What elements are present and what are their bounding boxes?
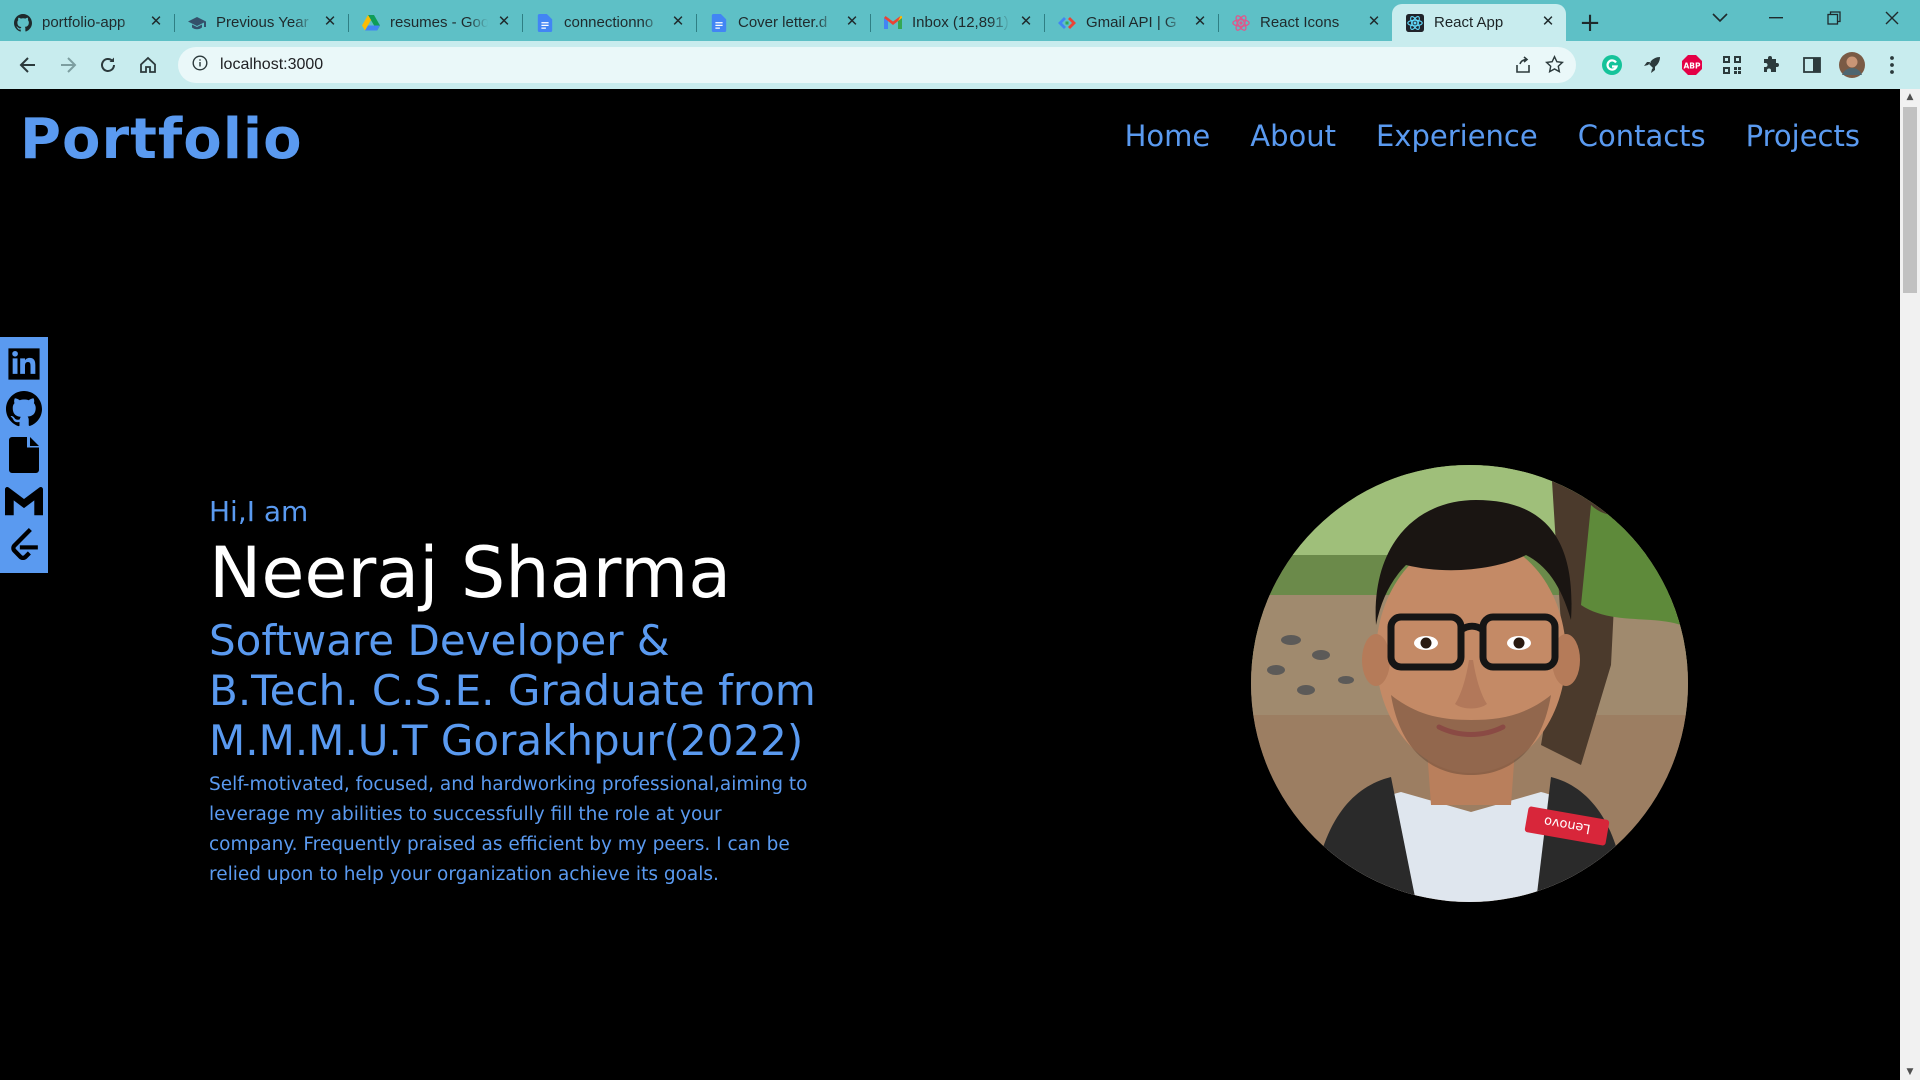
side-panel-icon[interactable] [1796, 49, 1828, 81]
profile-photo: Lenovo [1251, 465, 1688, 902]
github-icon [14, 13, 32, 32]
gmail-icon [884, 14, 902, 32]
grammarly-icon[interactable] [1596, 49, 1628, 81]
hero-intro: Hi,I am Neeraj Sharma Software Developer… [209, 495, 849, 890]
close-window-icon[interactable] [1864, 0, 1920, 36]
nav-about[interactable]: About [1250, 119, 1336, 153]
portfolio-page: Portfolio Home About Experience Contacts… [0, 89, 1900, 1080]
nav-home[interactable]: Home [1125, 119, 1211, 153]
react-icons-icon [1232, 14, 1250, 32]
close-icon[interactable]: ✕ [1018, 14, 1034, 30]
google-docs-icon [710, 13, 728, 32]
adblock-plus-icon[interactable]: ABP [1676, 49, 1708, 81]
forward-icon[interactable] [48, 45, 88, 85]
site-brand[interactable]: Portfolio [20, 107, 303, 172]
svg-text:ABP: ABP [1683, 62, 1701, 71]
close-icon[interactable]: ✕ [496, 14, 512, 30]
qr-code-icon[interactable] [1716, 49, 1748, 81]
google-drive-icon [362, 14, 380, 32]
hero-greeting: Hi,I am [209, 495, 309, 528]
address-bar[interactable]: localhost:3000 [178, 47, 1576, 83]
hero-role-line-2: B.Tech. C.S.E. Graduate from [209, 666, 816, 715]
google-docs-icon [536, 13, 554, 32]
main-nav: Home About Experience Contacts Projects [1125, 119, 1860, 153]
tab-title: portfolio-app [42, 14, 126, 31]
resume-file-icon[interactable] [4, 435, 44, 475]
tab-title: Cover letter.d [738, 14, 828, 31]
minimize-icon[interactable] [1748, 0, 1804, 36]
gmail-icon[interactable] [4, 481, 44, 521]
url-text: localhost:3000 [220, 56, 324, 73]
browser-menu-icon[interactable] [1876, 49, 1908, 81]
tab-title: connectionno [564, 14, 654, 31]
new-tab-button[interactable]: + [1570, 4, 1610, 41]
hero-role-line-1: Software Developer & [209, 616, 670, 665]
bookmark-star-icon[interactable] [1545, 55, 1564, 78]
tab-gmail-api[interactable]: Gmail API | G ✕ [1044, 4, 1218, 41]
tab-title: Gmail API | G [1086, 14, 1177, 31]
tab-title: React App [1434, 14, 1504, 31]
leetcode-icon[interactable] [4, 526, 44, 566]
scroll-up-icon[interactable]: ▲ [1900, 89, 1920, 105]
tab-portfolio-app[interactable]: portfolio-app ✕ [0, 4, 174, 41]
browser-toolbar: localhost:3000 ABP [0, 41, 1920, 89]
tab-title: React Icons [1260, 14, 1340, 31]
tab-title: resumes - Goo [390, 14, 488, 31]
hero-bio: Self-motivated, focused, and hardworking… [209, 774, 808, 885]
close-icon[interactable]: ✕ [844, 14, 860, 30]
tab-inbox[interactable]: Inbox (12,891) ✕ [870, 4, 1044, 41]
tab-search-icon[interactable] [1692, 0, 1748, 36]
tab-react-app[interactable]: React App ✕ [1392, 4, 1566, 41]
restore-icon[interactable] [1806, 0, 1862, 36]
close-icon[interactable]: ✕ [1540, 14, 1556, 30]
tab-previous-year[interactable]: Previous Year ✕ [174, 4, 348, 41]
tab-title: Inbox (12,891) [912, 14, 1009, 31]
google-developers-icon [1058, 14, 1076, 32]
close-icon[interactable]: ✕ [322, 14, 338, 30]
close-icon[interactable]: ✕ [1366, 14, 1382, 30]
linkedin-icon[interactable] [4, 344, 44, 384]
close-icon[interactable]: ✕ [670, 14, 686, 30]
site-info-icon[interactable] [192, 55, 208, 75]
rocket-extension-icon[interactable] [1636, 49, 1668, 81]
tab-title: Previous Year [216, 14, 309, 31]
nav-experience[interactable]: Experience [1376, 119, 1538, 153]
scroll-down-icon[interactable]: ▼ [1900, 1064, 1920, 1080]
share-icon[interactable] [1514, 56, 1532, 78]
github-icon[interactable] [4, 389, 44, 429]
page-scrollbar[interactable]: ▲ ▼ [1900, 89, 1920, 1080]
profile-avatar[interactable] [1836, 49, 1868, 81]
hero-role-line-3: M.M.M.U.T Gorakhpur(2022) [209, 716, 804, 765]
graduation-cap-icon [188, 14, 206, 32]
nav-contacts[interactable]: Contacts [1578, 119, 1706, 153]
react-icon [1406, 13, 1424, 32]
home-icon[interactable] [128, 45, 168, 85]
hero-name: Neeraj Sharma [209, 532, 732, 614]
tab-react-icons[interactable]: React Icons ✕ [1218, 4, 1392, 41]
back-icon[interactable] [8, 45, 48, 85]
social-links-bar [0, 337, 48, 573]
extensions-puzzle-icon[interactable] [1756, 49, 1788, 81]
reload-icon[interactable] [88, 45, 128, 85]
nav-projects[interactable]: Projects [1746, 119, 1860, 153]
tab-cover-letter[interactable]: Cover letter.d ✕ [696, 4, 870, 41]
tab-connectionnote[interactable]: connectionno ✕ [522, 4, 696, 41]
close-icon[interactable]: ✕ [1192, 14, 1208, 30]
scroll-thumb[interactable] [1903, 107, 1917, 293]
close-icon[interactable]: ✕ [148, 14, 164, 30]
browser-tabstrip: portfolio-app ✕ Previous Year ✕ resumes … [0, 0, 1920, 41]
tab-resumes[interactable]: resumes - Goo ✕ [348, 4, 522, 41]
